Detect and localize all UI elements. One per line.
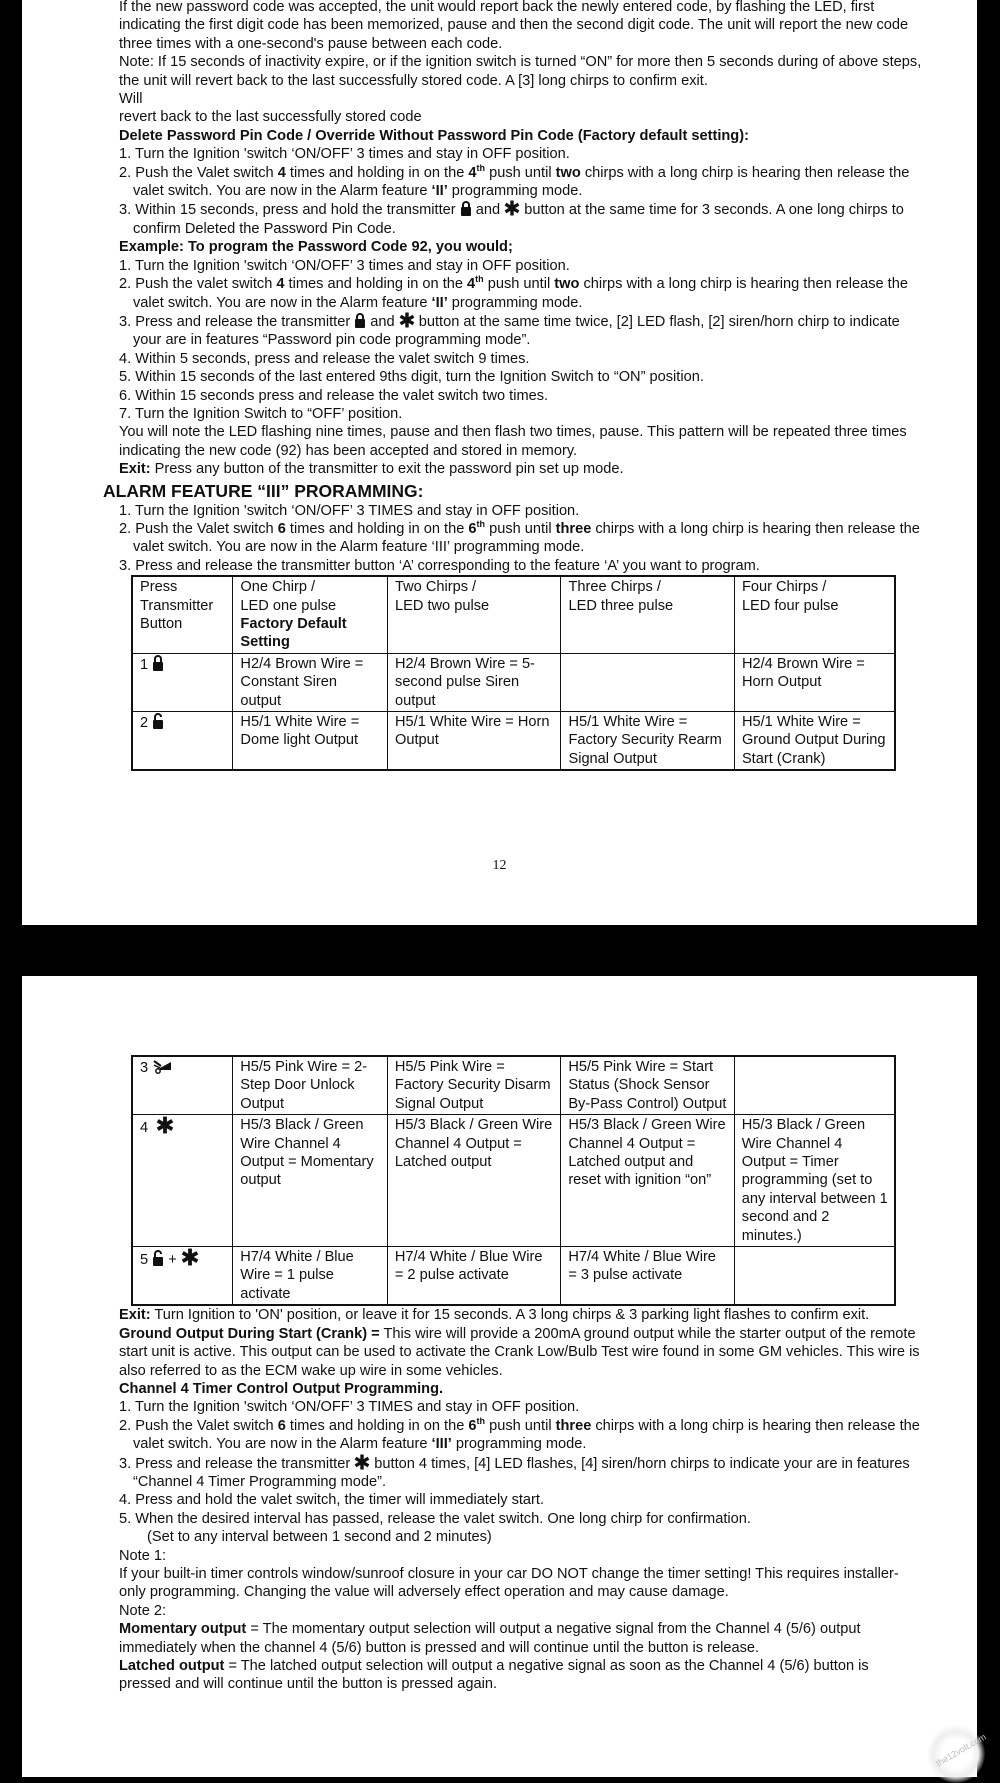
asterisk-icon <box>399 312 415 328</box>
table-row: 3 H5/5 Pink Wire = 2-Step Door Unlock Ou… <box>131 1055 896 1116</box>
table-cell: H7/4 White / Blue Wire = 1 pulse activat… <box>232 1246 388 1306</box>
ch4-step-4: 4. Press and hold the valet switch, the … <box>119 1492 545 1509</box>
note-1-label: Note 1: <box>119 1547 167 1564</box>
momentary-output-paragraph: Momentary output = The momentary output … <box>119 1621 861 1656</box>
ch4-step-3: 3. Press and release the transmitter but… <box>119 1454 910 1490</box>
trunk-icon <box>153 1060 172 1074</box>
table-cell: H5/3 Black / Green Wire Channel 4 Output… <box>560 1114 735 1248</box>
example-step-4: 4. Within 5 seconds, press and release t… <box>119 350 530 367</box>
alarm3-step-2: 2. Push the Valet switch 6 times and hol… <box>119 519 920 556</box>
page-content: 3 H5/5 Pink Wire = 2-Step Door Unlock Ou… <box>119 1055 924 1694</box>
table-cell: H7/4 White / Blue Wire = 2 pulse activat… <box>386 1246 562 1306</box>
stray-text: Will <box>119 91 143 108</box>
button-cell: 5 + <box>131 1246 234 1306</box>
lock-closed-icon <box>355 312 366 328</box>
latched-output-paragraph: Latched output = The latched output sele… <box>119 1658 869 1693</box>
table-row: 1 H2/4 Brown Wire = Constant Siren outpu… <box>131 652 896 713</box>
table-cell: H5/5 Pink Wire = Start Status (Shock Sen… <box>560 1055 735 1116</box>
button-cell: 1 <box>131 652 234 713</box>
ch4-step-5: 5. When the desired interval has passed,… <box>119 1510 751 1527</box>
table-row: 4 H5/3 Black / Green Wire Channel 4 Outp… <box>131 1114 896 1248</box>
header-cell: Four Chirps / LED four pulse <box>733 575 896 654</box>
example-step-7: 7. Turn the Ignition Switch to “OFF’ pos… <box>119 405 403 422</box>
intro-paragraph: If the new password code was accepted, t… <box>119 0 909 52</box>
example-step-5: 5. Within 15 seconds of the last entered… <box>119 369 704 386</box>
alarm3-step-3: 3. Press and release the transmitter but… <box>119 557 760 574</box>
exit-paragraph: Exit: Turn Ignition to 'ON' position, or… <box>119 1307 870 1324</box>
asterisk-icon <box>354 1454 370 1470</box>
stray-text-continued: revert back to the last successfully sto… <box>119 109 422 126</box>
table-cell <box>560 652 735 713</box>
watermark-logo: the12volt.com <box>927 1725 988 1783</box>
table-cell: H5/1 White Wire = Factory Security Rearm… <box>560 711 735 771</box>
alarm3-step-1: 1. Turn the Ignition 'switch ‘ON/OFF’ 3 … <box>119 502 580 519</box>
delete-step-3: 3. Within 15 seconds, press and hold the… <box>119 200 904 237</box>
ch4-step-5-note: (Set to any interval between 1 second an… <box>147 1529 492 1546</box>
table-cell: H5/1 White Wire = Dome light Output <box>232 711 389 771</box>
table-cell <box>733 1055 896 1116</box>
example-step-1: 1. Turn the Ignition 'switch ‘ON/OFF’ 3 … <box>119 257 570 274</box>
page-content: If the new password code was accepted, t… <box>103 0 924 772</box>
ch4-step-1: 1. Turn the Ignition 'switch ‘ON/OFF’ 3 … <box>119 1399 580 1416</box>
asterisk-icon <box>156 1116 174 1134</box>
note-2-label: Note 2: <box>119 1602 167 1619</box>
alarm-feature-3-title: ALARM FEATURE “III” PRORAMMING: <box>103 480 424 501</box>
example-step-3: 3. Press and release the transmitter and… <box>119 312 900 349</box>
ch4-step-2: 2. Push the Valet switch 6 times and hol… <box>119 1415 920 1453</box>
delete-section-title: Delete Password Pin Code / Override With… <box>119 127 749 144</box>
table-cell <box>733 1246 896 1306</box>
delete-step-1: 1. Turn the Ignition 'switch ‘ON/OFF’ 3 … <box>119 146 570 163</box>
ground-output-paragraph: Ground Output During Start (Crank) = Thi… <box>119 1325 920 1379</box>
table-cell: H2/4 Brown Wire = Constant Siren output <box>232 652 389 713</box>
table-cell: H2/4 Brown Wire = Horn Output <box>733 652 896 713</box>
example-exit: Exit: Press any button of the transmitte… <box>119 461 624 478</box>
asterisk-icon <box>181 1248 199 1266</box>
page-number: 12 <box>492 858 507 873</box>
lock-open-icon <box>153 1250 164 1267</box>
table-cell: H2/4 Brown Wire = 5-second pulse Siren o… <box>387 652 562 713</box>
table-cell: H5/3 Black / Green Wire Channel 4 Output… <box>232 1114 388 1248</box>
header-cell: One Chirp / LED one pulse Factory Default … <box>232 575 389 654</box>
example-step-6: 6. Within 15 seconds press and release t… <box>119 387 549 404</box>
button-cell: 4 <box>131 1114 234 1248</box>
channel4-section-title: Channel 4 Timer Control Output Programmi… <box>119 1380 444 1397</box>
button-cell: 3 <box>131 1055 234 1116</box>
table-header-row: Press Transmitter Button One Chirp / LED … <box>131 575 896 654</box>
table-cell: H5/3 Black / Green Wire Channel 4 Output… <box>733 1114 896 1248</box>
header-cell: Three Chirps / LED three pulse <box>560 575 735 654</box>
delete-step-2: 2. Push the Valet switch 4 times and hol… <box>119 162 910 200</box>
note-paragraph: Note: If 15 seconds of inactivity expire… <box>119 54 922 89</box>
table-cell: H5/5 Pink Wire = Factory Security Disarm… <box>386 1055 562 1116</box>
table-row: 2 H5/1 White Wire = Dome light Output H5… <box>131 711 896 771</box>
manual-page-13: 3 H5/5 Pink Wire = 2-Step Door Unlock Ou… <box>22 976 988 1783</box>
header-cell: Two Chirps / LED two pulse <box>387 575 562 654</box>
table-cell: H5/1 White Wire = Ground Output During S… <box>733 711 896 771</box>
manual-page-12: If the new password code was accepted, t… <box>22 0 977 925</box>
feature-table: Press Transmitter Button One Chirp / LED … <box>131 575 896 772</box>
plus-sign: + <box>168 1252 177 1269</box>
button-cell: 2 <box>131 711 234 771</box>
example-result: You will note the LED flashing nine time… <box>119 424 907 459</box>
lock-open-icon <box>153 713 164 730</box>
example-section-title: Example: To program the Password Code 92… <box>119 239 513 256</box>
table-row: 5 + H7/4 White / Blue Wire = 1 pulse act… <box>131 1246 896 1306</box>
header-cell: Press Transmitter Button <box>131 575 234 654</box>
lock-closed-icon <box>153 654 164 671</box>
asterisk-icon <box>504 200 520 216</box>
lock-closed-icon <box>460 201 471 217</box>
feature-table-continued: 3 H5/5 Pink Wire = 2-Step Door Unlock Ou… <box>131 1055 896 1307</box>
example-step-2: 2. Push the valet switch 4 times and hol… <box>119 274 908 311</box>
table-cell: H7/4 White / Blue Wire = 3 pulse activat… <box>560 1246 735 1306</box>
note-1-text: If your built-in timer controls window/s… <box>119 1565 899 1601</box>
table-cell: H5/1 White Wire = Horn Output <box>387 711 562 771</box>
table-cell: H5/3 Black / Green Wire Channel 4 Output… <box>386 1114 562 1248</box>
table-cell: H5/5 Pink Wire = 2-Step Door Unlock Outp… <box>232 1055 388 1116</box>
